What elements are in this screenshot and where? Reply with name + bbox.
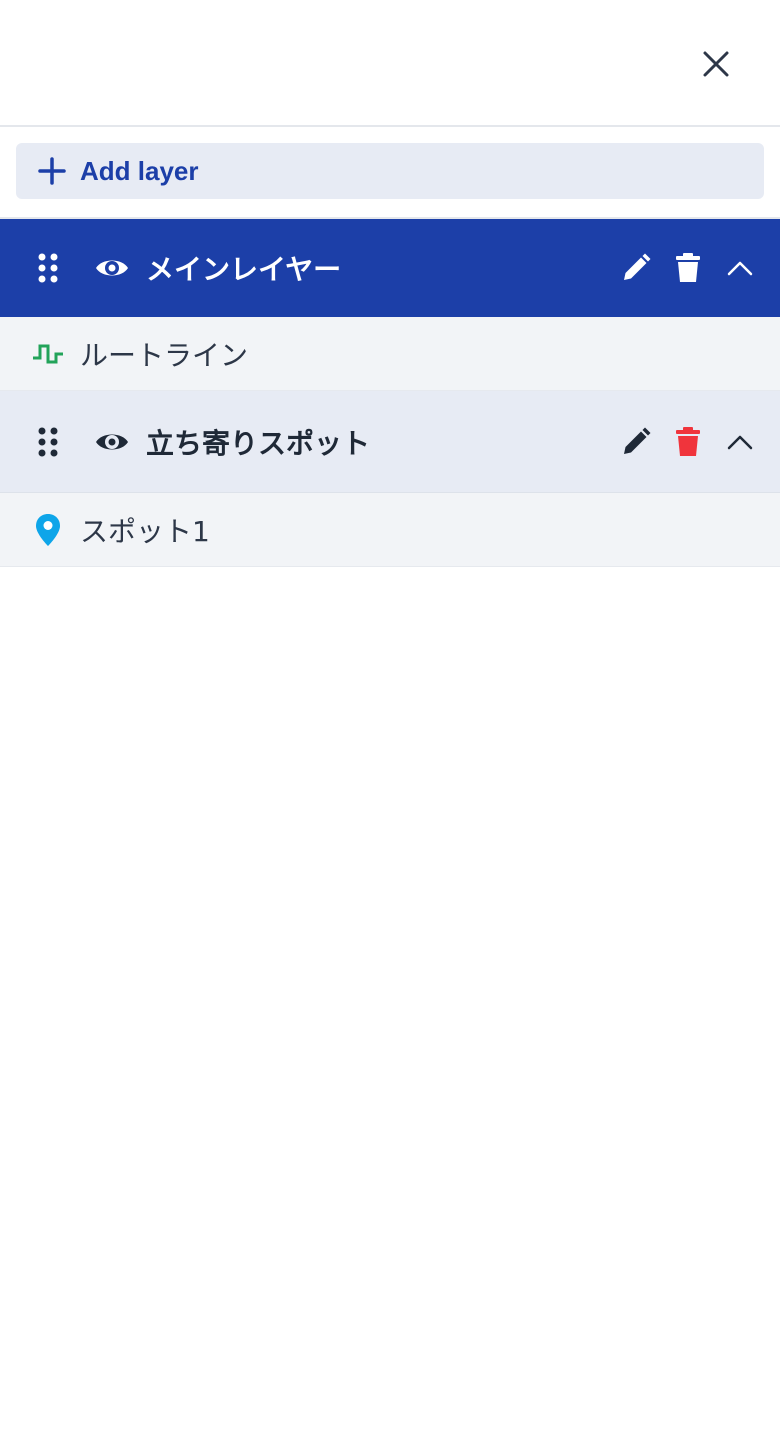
close-icon xyxy=(703,51,729,77)
item-label: スポット1 xyxy=(80,514,210,548)
collapse-layer-button[interactable] xyxy=(724,252,756,284)
collapse-layer-button[interactable] xyxy=(724,426,756,458)
eye-icon[interactable] xyxy=(94,254,130,282)
list-item[interactable]: ルートライン xyxy=(0,317,780,391)
layer-title: 立ち寄りスポット xyxy=(146,426,371,460)
trash-icon xyxy=(676,253,700,282)
list-item[interactable]: スポット1 xyxy=(0,493,780,567)
close-button[interactable] xyxy=(696,44,736,84)
add-layer-label: Add layer xyxy=(80,155,199,186)
panel-header xyxy=(0,0,780,127)
drag-handle-icon[interactable] xyxy=(36,252,60,284)
add-layer-button[interactable]: Add layer xyxy=(16,143,764,199)
plus-icon xyxy=(38,157,66,185)
chevron-up-icon xyxy=(727,261,753,276)
add-layer-section: Add layer xyxy=(0,127,780,219)
layer-title: メインレイヤー xyxy=(146,253,342,286)
chevron-up-icon xyxy=(727,435,753,449)
layer-actions xyxy=(600,426,756,458)
layer-header-spots[interactable]: 立ち寄りスポット xyxy=(0,391,780,493)
edit-layer-button[interactable] xyxy=(620,252,652,284)
map-pin-icon xyxy=(32,513,64,546)
delete-layer-button[interactable] xyxy=(672,252,704,284)
item-label: ルートライン xyxy=(80,338,249,372)
edit-layer-button[interactable] xyxy=(620,426,652,458)
trash-icon xyxy=(676,426,700,456)
drag-handle-icon[interactable] xyxy=(36,426,60,458)
eye-icon[interactable] xyxy=(94,428,130,456)
pencil-icon xyxy=(624,427,651,454)
pencil-icon xyxy=(624,253,651,280)
layer-header-main[interactable]: メインレイヤー xyxy=(0,219,780,317)
layer-actions xyxy=(600,252,756,284)
route-line-icon xyxy=(32,338,64,370)
delete-layer-button[interactable] xyxy=(672,426,704,458)
